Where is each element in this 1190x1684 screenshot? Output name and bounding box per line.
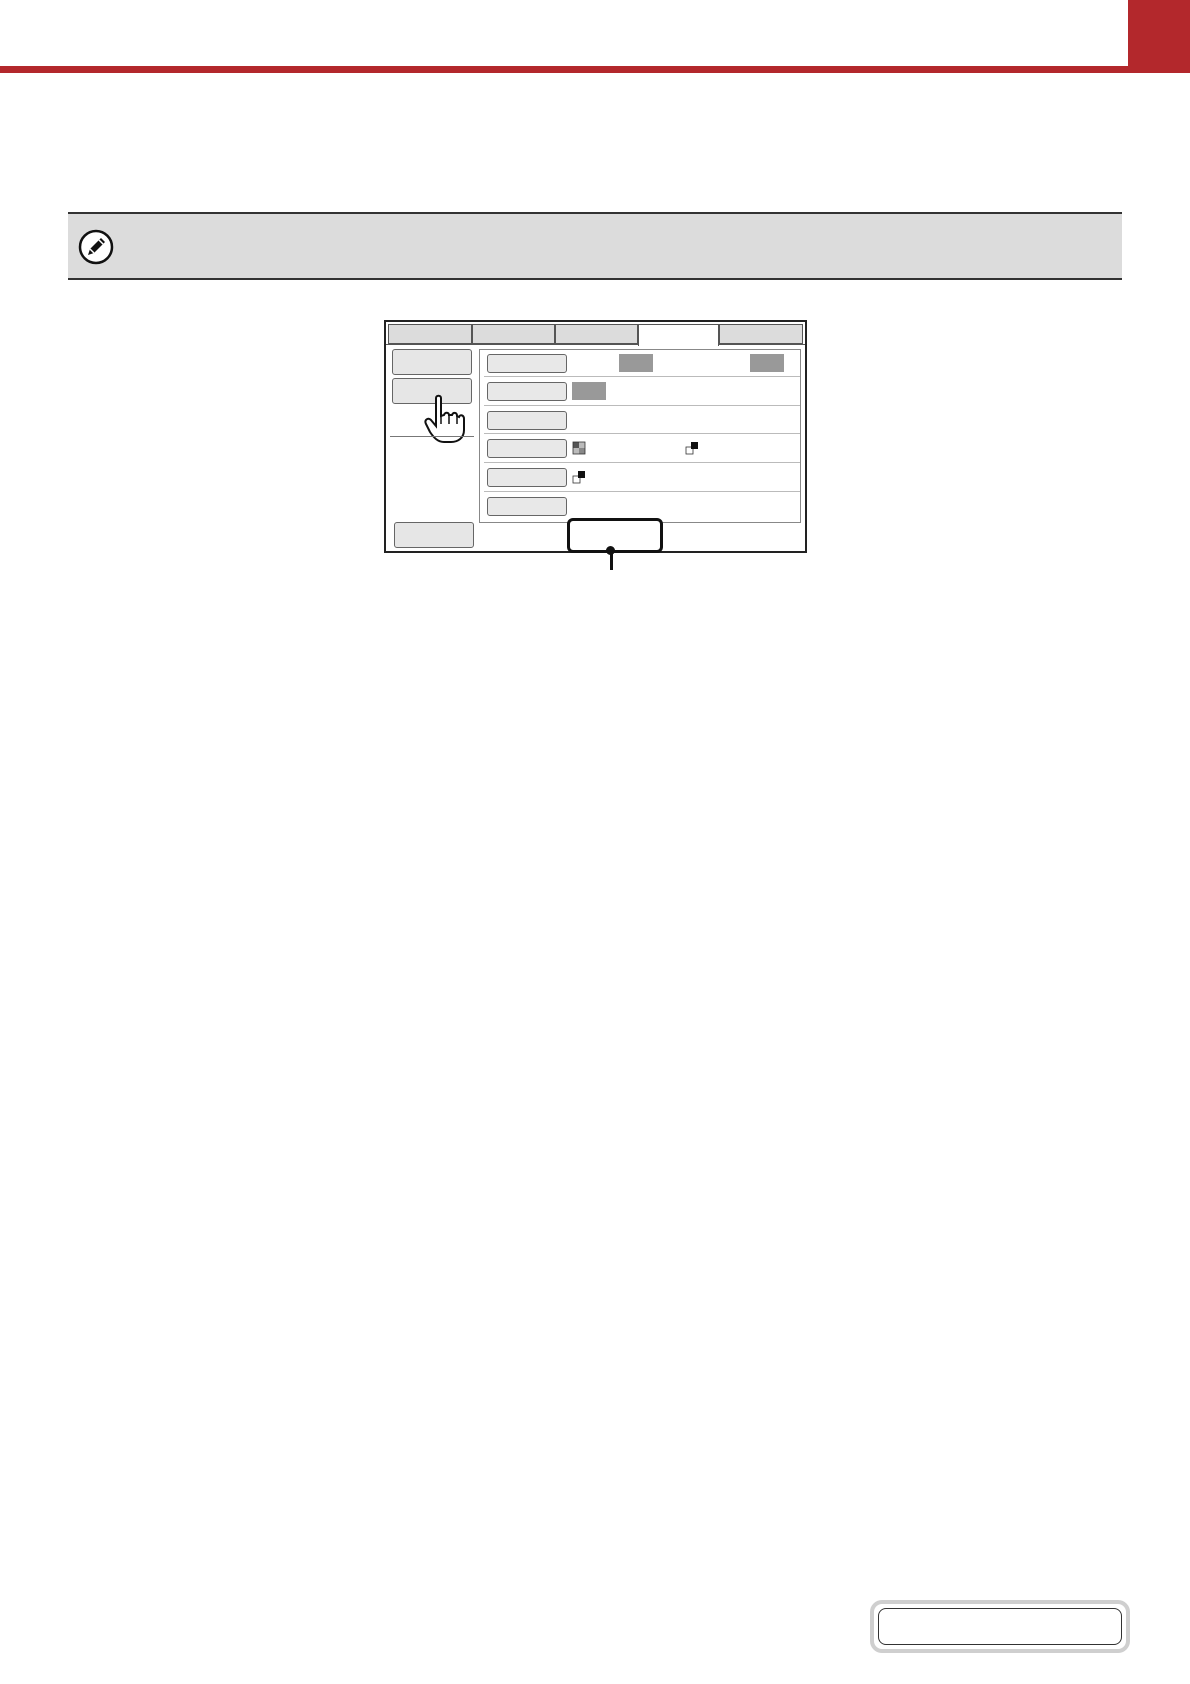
side-divider (390, 436, 474, 437)
mono-mode-icon (685, 442, 698, 455)
operation-panel-screen (384, 320, 807, 553)
tab-2[interactable] (472, 324, 555, 344)
row-divider (484, 462, 800, 463)
bottom-button[interactable] (394, 522, 474, 548)
row-divider (484, 405, 800, 406)
tab-1[interactable] (388, 324, 472, 344)
row-button-4[interactable] (487, 439, 567, 458)
gray-swatch (750, 354, 784, 372)
note-box (68, 212, 1122, 280)
gray-swatch (572, 382, 606, 400)
callout-dot (606, 546, 615, 555)
row-button-1[interactable] (487, 354, 567, 373)
contents-button-inner (878, 1608, 1122, 1645)
header-chapter-tab (1128, 0, 1190, 73)
tab-3[interactable] (555, 324, 638, 344)
color-mode-icon (572, 441, 586, 455)
callout-target-box[interactable] (567, 518, 663, 553)
side-button-1[interactable] (392, 349, 472, 375)
tabs-divider (386, 344, 805, 345)
settings-list (479, 349, 801, 523)
row-divider (484, 491, 800, 492)
row-button-2[interactable] (487, 382, 567, 401)
row-button-3[interactable] (487, 411, 567, 430)
mono-mode-icon (572, 471, 585, 484)
row-button-5[interactable] (487, 468, 567, 487)
tab-5[interactable] (719, 324, 803, 344)
row-divider (484, 376, 800, 377)
gray-swatch (619, 354, 653, 372)
header-rule (0, 66, 1128, 73)
tab-4-active[interactable] (638, 324, 719, 346)
row-divider (484, 433, 800, 434)
row-button-6[interactable] (487, 497, 567, 516)
contents-button[interactable] (870, 1600, 1130, 1653)
pencil-icon (78, 229, 114, 265)
